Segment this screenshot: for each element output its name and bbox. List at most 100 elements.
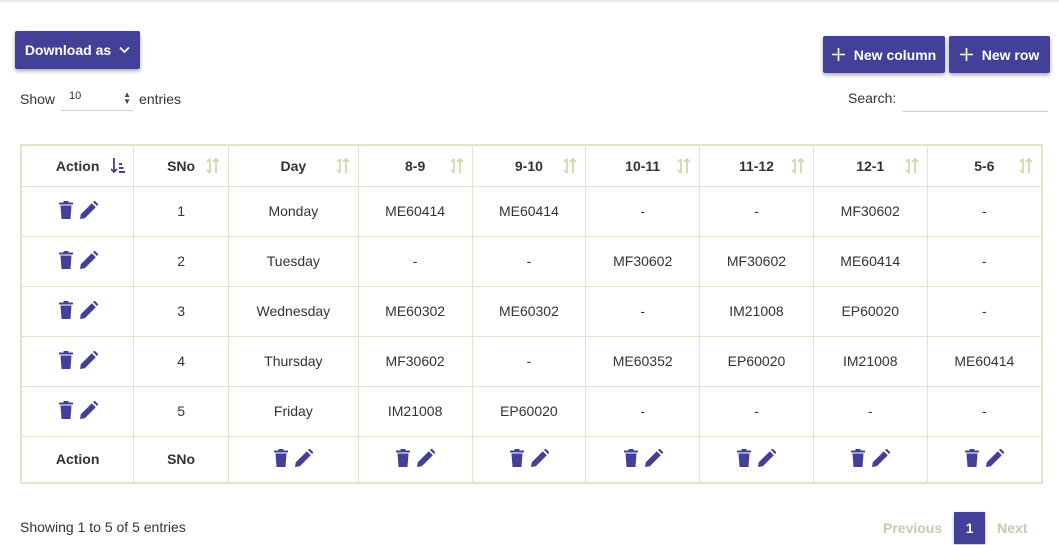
column-header[interactable]: 5-6	[926, 144, 1043, 187]
slot-cell[interactable]: ME60414	[471, 185, 587, 237]
search-input[interactable]	[902, 86, 1049, 112]
slot-cell[interactable]: EP60020	[471, 385, 587, 437]
column-actions	[273, 448, 314, 467]
slot-cell[interactable]: MF30602	[357, 335, 473, 387]
column-header[interactable]: 12-1	[812, 144, 928, 187]
row-actions	[58, 350, 98, 369]
column-header[interactable]: 9-10	[471, 144, 587, 187]
trash-icon[interactable]	[509, 448, 525, 467]
slot-cell[interactable]: IM21008	[357, 385, 473, 437]
trash-icon[interactable]	[58, 400, 74, 419]
table-info: Showing 1 to 5 of 5 entries	[20, 519, 186, 535]
trash-icon[interactable]	[273, 448, 289, 467]
column-header-label: 11-12	[738, 157, 774, 174]
slot-cell[interactable]: -	[926, 285, 1043, 337]
column-header-label: SNo	[167, 157, 196, 174]
slot-cell[interactable]: -	[926, 235, 1043, 287]
slot-cell[interactable]: ME60414	[812, 235, 928, 287]
page-1-button[interactable]: 1	[954, 512, 986, 544]
column-header[interactable]: 11-12	[699, 144, 814, 187]
column-header[interactable]: Day	[227, 144, 359, 187]
pencil-icon[interactable]	[758, 448, 777, 467]
trash-icon[interactable]	[58, 350, 74, 369]
trash-icon[interactable]	[58, 300, 74, 319]
column-header-label: Action	[55, 157, 100, 174]
slot-cell[interactable]: ME60414	[926, 335, 1043, 387]
pencil-icon[interactable]	[872, 448, 891, 467]
pencil-icon[interactable]	[986, 448, 1005, 467]
slot-cell[interactable]: MF30602	[699, 235, 814, 287]
download-as-button[interactable]: Download as	[15, 31, 140, 69]
previous-page-button[interactable]: Previous	[883, 520, 942, 536]
row-action-cell	[20, 335, 135, 387]
pencil-icon[interactable]	[644, 448, 663, 467]
pencil-icon[interactable]	[295, 448, 314, 467]
row-actions	[58, 250, 98, 269]
pencil-icon[interactable]	[79, 250, 98, 269]
slot-cell[interactable]: MF30602	[585, 235, 701, 287]
slot-cell[interactable]: -	[585, 185, 701, 237]
column-header-label: 10-11	[625, 157, 661, 174]
next-page-button[interactable]: Next	[997, 520, 1027, 536]
pencil-icon[interactable]	[79, 350, 98, 369]
slot-cell[interactable]: -	[699, 385, 814, 437]
trash-icon[interactable]	[623, 448, 639, 467]
slot-cell[interactable]: MF30602	[812, 185, 928, 237]
column-header[interactable]: Action	[20, 144, 135, 187]
pencil-icon[interactable]	[79, 300, 98, 319]
new-column-label: New column	[853, 46, 937, 63]
new-column-button[interactable]: New column	[823, 36, 945, 73]
new-row-button[interactable]: New row	[949, 36, 1050, 73]
pencil-icon[interactable]	[417, 448, 436, 467]
slot-cell[interactable]: -	[585, 285, 701, 337]
trash-icon[interactable]	[850, 448, 866, 467]
column-header[interactable]: 10-11	[585, 144, 701, 187]
slot-cell[interactable]: -	[585, 385, 701, 437]
plus-icon	[831, 48, 845, 61]
table-row: 1 Monday ME60414 ME60414- - MF30602-	[20, 185, 1043, 237]
pencil-icon[interactable]	[530, 448, 549, 467]
slot-cell[interactable]: ME60302	[357, 285, 473, 337]
day-cell: Tuesday	[227, 235, 359, 287]
slot-cell[interactable]: -	[812, 385, 928, 437]
sort-icon[interactable]	[563, 158, 577, 174]
sort-icon[interactable]	[336, 158, 350, 174]
slot-cell[interactable]: -	[471, 335, 587, 387]
sort-icon[interactable]	[677, 158, 691, 174]
sort-icon[interactable]	[791, 158, 805, 174]
trash-icon[interactable]	[736, 448, 752, 467]
pencil-icon[interactable]	[79, 200, 98, 219]
slot-cell[interactable]: ME60302	[471, 285, 587, 337]
slot-cell[interactable]: ME60352	[585, 335, 701, 387]
entries-select[interactable]: 10 ▲ ▼	[61, 86, 134, 111]
slot-cell[interactable]: EP60020	[812, 285, 928, 337]
trash-icon[interactable]	[395, 448, 411, 467]
trash-icon[interactable]	[58, 200, 74, 219]
pencil-icon[interactable]	[79, 400, 98, 419]
column-action-cell	[699, 435, 814, 484]
slot-cell[interactable]: -	[926, 185, 1043, 237]
sort-icon[interactable]	[449, 158, 464, 174]
sort-icon[interactable]	[206, 158, 220, 174]
sort-icon[interactable]	[905, 158, 919, 174]
sno-cell: 1	[133, 185, 229, 237]
slot-cell[interactable]: EP60020	[699, 335, 814, 387]
trash-icon[interactable]	[964, 448, 980, 467]
slot-cell[interactable]: IM21008	[699, 285, 814, 337]
table-row: 3 Wednesday ME60302 ME60302- IM21008 EP60020-	[20, 285, 1043, 337]
column-header[interactable]: 8-9	[357, 144, 473, 187]
sort-icon[interactable]	[1019, 158, 1033, 174]
slot-cell[interactable]: -	[357, 235, 473, 287]
timetable: Action SNo Day 8-9 9-10 10-11 11-12 12-1 5-6 1 Mo…	[20, 144, 1043, 484]
show-label: Show	[20, 90, 56, 107]
trash-icon[interactable]	[58, 250, 74, 269]
sort-asc-icon[interactable]	[111, 158, 126, 174]
header-row: Action SNo Day 8-9 9-10 10-11 11-12 12-1 5-6	[20, 144, 1043, 187]
row-action-cell	[20, 385, 135, 437]
column-header[interactable]: SNo	[133, 144, 229, 187]
slot-cell[interactable]: -	[699, 185, 814, 237]
slot-cell[interactable]: -	[926, 385, 1043, 437]
slot-cell[interactable]: -	[471, 235, 587, 287]
slot-cell[interactable]: IM21008	[812, 335, 928, 387]
slot-cell[interactable]: ME60414	[357, 185, 473, 237]
